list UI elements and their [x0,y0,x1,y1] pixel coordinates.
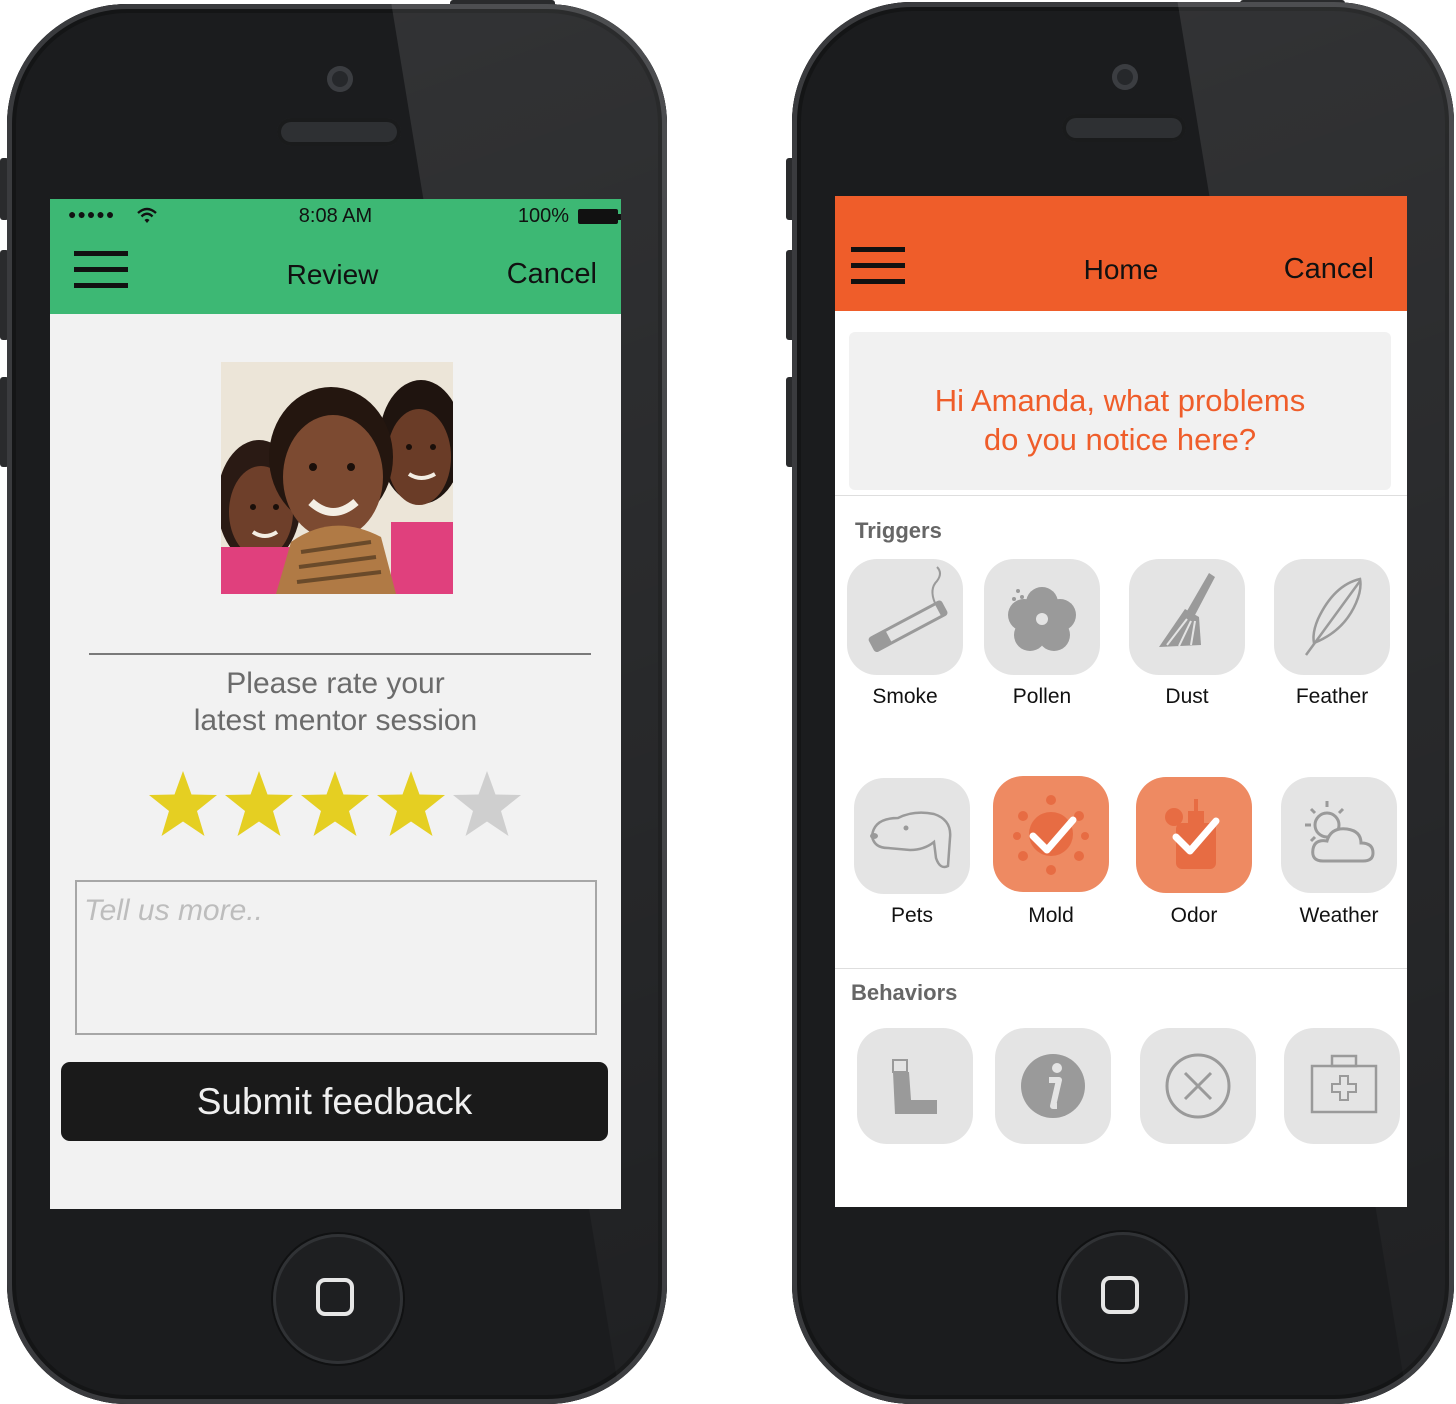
trigger-label: Weather [1299,904,1379,927]
feedback-placeholder: Tell us more.. [84,894,263,927]
behavior-tile-1[interactable] [857,1028,973,1144]
front-camera [1112,64,1138,90]
front-camera [327,66,353,92]
broom-icon [1159,573,1215,647]
divider [89,653,591,655]
greeting-card: Hi Amanda, what problems do you notice h… [849,332,1391,490]
inhaler-icon [892,1059,937,1114]
dog-icon [870,811,952,869]
trigger-tile-odor[interactable] [1136,777,1252,893]
trigger-tile-dust[interactable] [1129,559,1245,675]
star-5-icon[interactable] [451,769,523,841]
first-aid-kit-icon [1310,1054,1378,1114]
divider [835,968,1407,969]
behavior-tile-2[interactable] [995,1028,1111,1144]
cancel-button[interactable]: Cancel [507,258,597,291]
home-button[interactable] [1058,1232,1188,1362]
cigarette-icon [868,566,948,652]
feather-icon [1304,577,1362,656]
trigger-label: Smoke [872,685,938,708]
divider [835,495,1407,496]
mentor-photo [221,362,453,594]
trigger-label: Dust [1165,685,1209,708]
trigger-tile-mold[interactable] [993,776,1109,892]
trigger-label: Pets [890,904,934,927]
cancel-button[interactable]: Cancel [1284,253,1374,286]
review-nav-bar: ●●●●● 8:08 AM 100% Review Cancel [50,199,621,314]
perfume-icon [1165,799,1220,869]
home-nav-bar: Home Cancel [835,196,1407,311]
review-screen: ●●●●● 8:08 AM 100% Review Cancel Please … [50,199,621,1209]
star-1-icon[interactable] [147,769,219,841]
star-2-icon[interactable] [223,769,295,841]
trigger-tile-pollen[interactable] [984,559,1100,675]
battery-percent: 100% [517,205,569,227]
home-button[interactable] [273,1234,403,1364]
star-3-icon[interactable] [299,769,371,841]
trigger-tile-weather[interactable] [1281,777,1397,893]
cancel-circle-icon [1165,1053,1231,1119]
trigger-label: Feather [1295,685,1369,708]
submit-feedback-button[interactable]: Submit feedback [61,1062,608,1141]
star-4-icon[interactable] [375,769,447,841]
greeting-text: Hi Amanda, what problems do you notice h… [934,383,1306,457]
earpiece-speaker [1062,114,1186,142]
behavior-tile-3[interactable] [1140,1028,1256,1144]
status-bar: ●●●●● 8:08 AM 100% [50,199,621,235]
battery-icon [578,209,621,224]
behaviors-heading: Behaviors [851,980,958,1005]
trigger-tile-smoke[interactable] [847,559,963,675]
feedback-textarea[interactable]: Tell us more.. [75,880,597,1035]
home-screen: Home Cancel Hi Amanda, what problems do … [835,196,1407,1207]
star-rating[interactable] [147,769,527,841]
flower-icon [1008,587,1076,651]
info-icon [1021,1054,1085,1118]
behavior-tile-4[interactable] [1284,1028,1400,1144]
trigger-label: Pollen [1012,685,1072,708]
weather-icon [1305,801,1375,863]
rating-prompt: Please rate your latest mentor session [193,667,478,737]
trigger-tile-pets[interactable] [854,778,970,894]
triggers-heading: Triggers [855,518,942,543]
mold-icon [1013,795,1089,875]
trigger-tile-feather[interactable] [1274,559,1390,675]
earpiece-speaker [277,118,401,146]
trigger-label: Mold [1028,904,1074,927]
trigger-label: Odor [1170,904,1218,927]
